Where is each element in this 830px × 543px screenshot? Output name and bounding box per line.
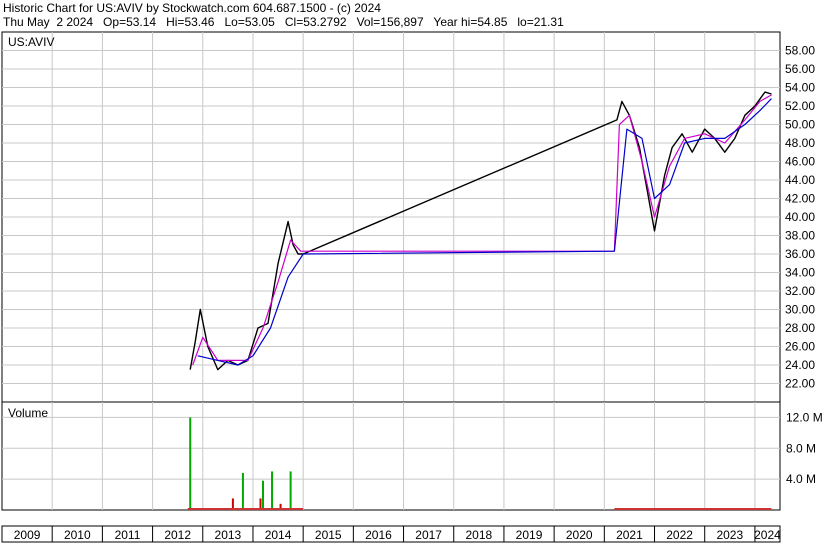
price-tick-label: 38.00 (785, 229, 815, 243)
price-tick-label: 54.00 (785, 81, 815, 95)
year-label: 2018 (465, 528, 492, 542)
volume-bar (189, 417, 192, 510)
year-label: 2011 (115, 528, 141, 542)
volume-tick-label: 8.0 M (786, 441, 816, 455)
year-label: 2009 (14, 528, 41, 542)
volume-bars-group (187, 417, 772, 510)
year-label: 2023 (716, 528, 743, 542)
date-axis: 2009 2010 2011 2012 2013 2014 2015 2016 2017 2018… (14, 526, 781, 542)
volume-y-axis: 4.0 M 8.0 M 12.0 M (786, 410, 823, 486)
price-tick-label: 28.00 (785, 321, 815, 335)
volume-bar (271, 471, 274, 510)
price-tick-label: 22.00 (785, 377, 815, 391)
price-tick-label: 52.00 (785, 99, 815, 113)
year-label: 2021 (616, 528, 643, 542)
year-label: 2020 (566, 528, 593, 542)
year-label: 2013 (215, 528, 242, 542)
volume-bar (241, 472, 244, 510)
price-tick-label: 34.00 (785, 266, 815, 280)
price-tick-label: 30.00 (785, 303, 815, 317)
volume-baseline-band (187, 508, 304, 510)
volume-bar (289, 471, 292, 510)
year-label: 2012 (164, 528, 191, 542)
price-tick-label: 46.00 (785, 155, 815, 169)
volume-bar (262, 480, 265, 510)
price-panel-title: US:AVIV (8, 35, 54, 49)
volume-panel-frame (1, 401, 781, 511)
price-tick-label: 32.00 (785, 284, 815, 298)
year-label: 2010 (64, 528, 91, 542)
price-tick-label: 44.00 (785, 173, 815, 187)
price-tick-label: 56.00 (785, 62, 815, 76)
year-label: 2016 (365, 528, 392, 542)
volume-tick-label: 12.0 M (786, 410, 823, 424)
volume-tick-label: 4.0 M (786, 472, 816, 486)
historic-chart: 22.00 24.00 26.00 28.00 30.00 32.00 34.00 36.00… (1, 31, 823, 543)
year-label: 2024 (754, 528, 781, 542)
volume-panel-title: Volume (8, 406, 48, 420)
year-label: 2014 (265, 528, 292, 542)
volume-grid (2, 402, 780, 510)
year-label: 2015 (315, 528, 342, 542)
year-label: 2019 (516, 528, 543, 542)
price-tick-label: 26.00 (785, 340, 815, 354)
price-tick-label: 36.00 (785, 247, 815, 261)
price-y-axis: 22.00 24.00 26.00 28.00 30.00 32.00 34.00 36.00… (785, 44, 815, 391)
price-tick-label: 50.00 (785, 118, 815, 132)
volume-baseline-band (614, 508, 772, 510)
price-tick-label: 24.00 (785, 358, 815, 372)
year-label: 2017 (415, 528, 442, 542)
price-tick-label: 58.00 (785, 44, 815, 58)
price-tick-label: 40.00 (785, 210, 815, 224)
year-label: 2022 (666, 528, 693, 542)
price-tick-label: 48.00 (785, 136, 815, 150)
price-tick-label: 42.00 (785, 192, 815, 206)
short-moving-average-line (192, 94, 772, 366)
